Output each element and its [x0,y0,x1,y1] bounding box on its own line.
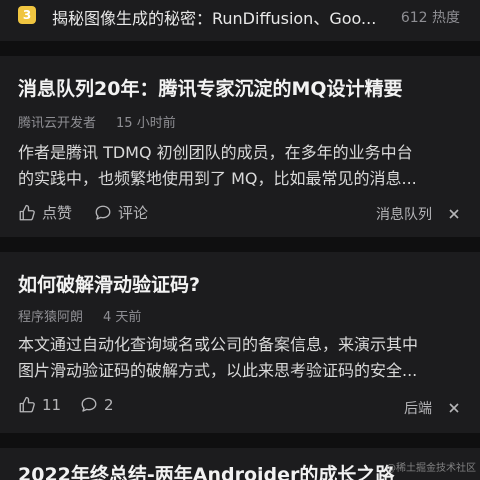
like-button[interactable]: 点赞 [18,202,72,223]
hot-item-title[interactable]: 揭秘图像生成的秘密：RunDiffusion、Goo... [52,5,382,29]
article-title[interactable]: 消息队列20年：腾讯专家沉淀的MQ设计精要 [18,74,403,101]
article-tag[interactable]: 消息队列 [376,204,432,224]
divider [0,41,480,56]
summary-line: 作者是腾讯 TDMQ 初创团队的成员，在多年的业务中台 [18,143,413,162]
comment-button[interactable]: 评论 [94,202,148,223]
summary-line: 本文通过自动化查询域名或公司的备案信息，来演示其中 [18,335,419,354]
comment-icon [95,205,111,220]
watermark: @稀土掘金技术社区 [386,463,476,474]
close-icon[interactable] [446,400,462,416]
comment-icon [81,397,97,412]
article-title[interactable]: 2022年终总结-两年Androider的成长之路 [18,460,394,480]
article-card[interactable]: 如何破解滑动验证码? 程序猿阿朗 4 天前 本文通过自动化查询域名或公司的备案信息… [0,252,480,433]
comment-count: 2 [104,396,114,414]
divider [0,433,480,448]
summary-line: 图片滑动验证码的破解方式，以此来思考验证码的安全... [18,361,418,380]
heat-count: 612 热度 [400,10,460,26]
article-summary[interactable]: 本文通过自动化查询域名或公司的备案信息，来演示其中 图片滑动验证码的破解方式，以… [18,332,462,384]
article-meta: 腾讯云开发者 15 小时前 [18,112,176,131]
article-meta: 程序猿阿朗 4 天前 [18,306,141,325]
summary-line: 的实践中，也频繁地使用到了 MQ，比如最常见的消息... [18,169,417,188]
rank-badge: 3 [18,6,36,24]
author-name[interactable]: 程序猿阿朗 [18,310,83,325]
article-title[interactable]: 如何破解滑动验证码? [18,270,200,297]
like-label: 点赞 [42,204,73,222]
article-card[interactable]: 消息队列20年：腾讯专家沉淀的MQ设计精要 腾讯云开发者 15 小时前 作者是腾讯… [0,56,480,237]
close-icon[interactable] [446,206,462,222]
author-name[interactable]: 腾讯云开发者 [18,116,96,131]
article-summary[interactable]: 作者是腾讯 TDMQ 初创团队的成员，在多年的业务中台 的实践中，也频繁地使用到… [18,140,462,192]
article-tag[interactable]: 后端 [404,398,432,418]
divider [0,237,480,252]
comment-button[interactable]: 2 [80,396,114,414]
publish-time: 4 天前 [103,310,142,325]
like-count: 11 [42,396,62,414]
thumbs-up-icon [19,396,35,413]
comment-label: 评论 [118,204,149,222]
hot-list-item[interactable]: 3 揭秘图像生成的秘密：RunDiffusion、Goo... 612 热度 [0,0,480,32]
like-button[interactable]: 11 [18,396,61,414]
thumbs-up-icon [19,204,35,220]
publish-time: 15 小时前 [116,116,176,131]
